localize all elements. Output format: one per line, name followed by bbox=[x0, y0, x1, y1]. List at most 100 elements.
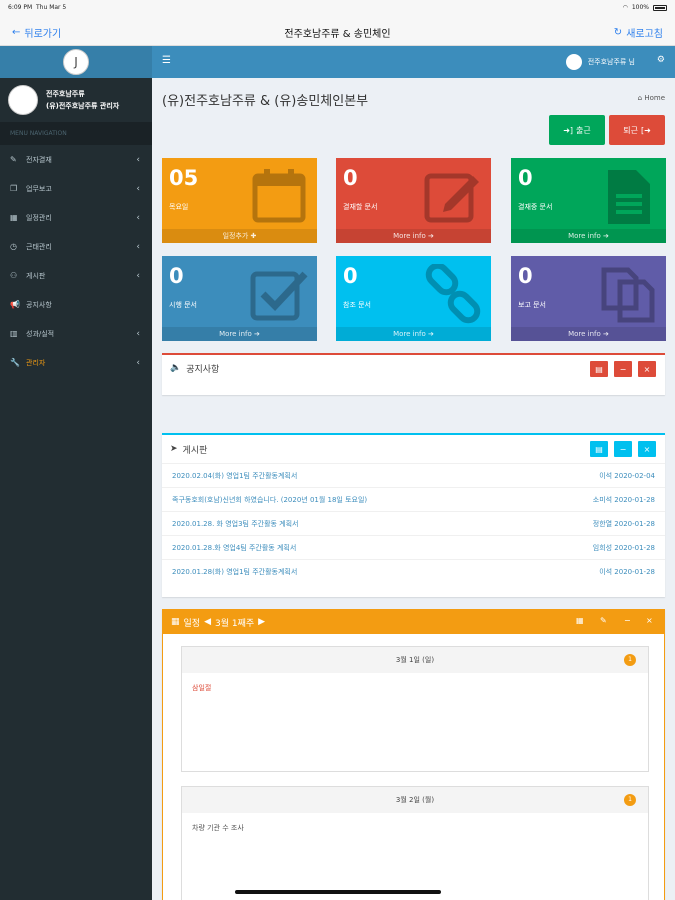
menu-header: MENU NAVIGATION bbox=[0, 122, 152, 145]
sign-out-icon: [➜ bbox=[640, 125, 651, 135]
status-time: 6:09 PM Thu Mar 5 bbox=[8, 4, 67, 11]
battery-percent: 100% bbox=[631, 4, 649, 11]
battery-icon bbox=[653, 4, 667, 11]
refresh-icon: ↻ bbox=[613, 27, 623, 38]
bullhorn-icon: 📢 bbox=[10, 300, 20, 309]
more-info-link[interactable]: More info ➔ bbox=[511, 229, 666, 243]
sidebar-item-label: 게시판 bbox=[26, 271, 46, 280]
add-schedule-link[interactable]: 일정추가 ✚ bbox=[162, 229, 317, 243]
day-event[interactable]: 삼일절 bbox=[182, 673, 648, 703]
user-panel: 전주호남주류 (유)전주호남주류 관리자 bbox=[0, 78, 152, 122]
stat-label: 목요일 bbox=[169, 203, 189, 211]
menu-toggle-icon[interactable]: ☰ bbox=[162, 55, 171, 66]
sidebar-item-board[interactable]: ⚇ 게시판 ‹ bbox=[0, 261, 152, 290]
sidebar-item-label: 성과/실적 bbox=[26, 329, 55, 338]
calendar-header: ▦ 일정 ◀ 3월 1째주 ▶ ▦ ✎ − × bbox=[163, 610, 664, 634]
app-nav-bar: ← 뒤로가기 전주호남주류 & 송민체인 ↻ 새로고침 bbox=[0, 16, 675, 46]
chevron-left-icon: ‹ bbox=[136, 357, 140, 368]
edit-icon: ✎ bbox=[10, 155, 17, 164]
breadcrumb[interactable]: ⌂ Home bbox=[638, 94, 665, 102]
notice-title: 공지사항 bbox=[186, 364, 220, 375]
sidebar-item-label: 전자결재 bbox=[26, 155, 52, 164]
refresh-button[interactable]: ↻ 새로고침 bbox=[614, 25, 663, 40]
day-card: 3월 2일 (월) 1 차량 기관 수 조사 bbox=[181, 786, 649, 900]
calendar-box: ▦ 일정 ◀ 3월 1째주 ▶ ▦ ✎ − × 3월 1일 (일) 1 삼일절 … bbox=[162, 609, 665, 900]
paper-plane-icon: ➤ bbox=[170, 444, 178, 454]
prev-week-icon[interactable]: ◀ bbox=[204, 617, 211, 627]
post-title[interactable]: 2020.01.28(화) 영업1팀 주간활동계획서 bbox=[172, 567, 297, 577]
user-menu[interactable]: 전주호남주류 님 bbox=[565, 54, 635, 70]
check-out-button[interactable]: 퇴근 [➜ bbox=[609, 115, 665, 145]
sidebar-item-approval[interactable]: ✎ 전자결재 ‹ bbox=[0, 145, 152, 174]
collapse-button[interactable]: − bbox=[614, 441, 632, 457]
clock-icon: ◷ bbox=[10, 242, 17, 251]
calendar-title: 일정 bbox=[183, 618, 201, 629]
sidebar-item-schedule[interactable]: ▦ 일정관리 ‹ bbox=[0, 203, 152, 232]
sidebar-item-admin[interactable]: 🔧 관리자 ‹ bbox=[0, 348, 152, 377]
table-row[interactable]: 2020.02.04(화) 영업1팀 주간활동계획서 이석 2020-02-04 bbox=[162, 463, 665, 487]
home-indicator[interactable] bbox=[235, 890, 441, 894]
close-button[interactable]: × bbox=[646, 616, 653, 625]
post-title[interactable]: 2020.01.28. 화 영업3팀 주간활동 계획서 bbox=[172, 519, 299, 529]
day-event[interactable]: 차량 기관 수 조사 bbox=[182, 813, 648, 843]
logo[interactable]: J bbox=[63, 49, 89, 75]
gears-icon[interactable]: ⚙ bbox=[657, 55, 665, 65]
more-info-link[interactable]: More info ➔ bbox=[336, 229, 491, 243]
top-header: ☰ 전주호남주류 님 ⚙ bbox=[152, 46, 675, 78]
table-row[interactable]: 족구동호회(호남)신년회 하였습니다. (2020년 01월 18일 토요일) … bbox=[162, 487, 665, 511]
copy-icon bbox=[601, 267, 655, 323]
stat-box-reference: 0 참조 문서 More info ➔ bbox=[336, 256, 491, 341]
edit-icon bbox=[424, 173, 479, 223]
bar-chart-icon: ▥ bbox=[10, 329, 18, 338]
stat-label: 결재중 문서 bbox=[518, 203, 553, 211]
avatar bbox=[8, 85, 38, 115]
notice-header: 🔈 공지사항 ▤ − × bbox=[162, 355, 665, 381]
chevron-left-icon: ‹ bbox=[136, 328, 140, 339]
more-info-link[interactable]: More info ➔ bbox=[511, 327, 666, 341]
list-button[interactable]: ▤ bbox=[590, 361, 608, 377]
sidebar-item-label: 관리자 bbox=[26, 358, 46, 367]
sidebar-item-report[interactable]: ❐ 업무보고 ‹ bbox=[0, 174, 152, 203]
stat-label: 결재할 문서 bbox=[343, 203, 378, 211]
close-button[interactable]: × bbox=[638, 441, 656, 457]
post-title[interactable]: 족구동호회(호남)신년회 하였습니다. (2020년 01월 18일 토요일) bbox=[172, 495, 367, 505]
document-icon bbox=[608, 170, 650, 224]
pencil-icon[interactable]: ✎ bbox=[600, 616, 607, 625]
more-info-link[interactable]: More info ➔ bbox=[162, 327, 317, 341]
sidebar-item-notice[interactable]: 📢 공지사항 bbox=[0, 290, 152, 319]
table-row[interactable]: 2020.01.28. 화 영업3팀 주간활동 계획서 정한열 2020-01-… bbox=[162, 511, 665, 535]
status-bar: 6:09 PM Thu Mar 5 ◠ 100% bbox=[0, 0, 675, 16]
close-button[interactable]: × bbox=[638, 361, 656, 377]
stat-value: 0 bbox=[343, 264, 358, 288]
post-meta: 정한열 2020-01-28 bbox=[592, 519, 655, 528]
wifi-icon: ◠ bbox=[622, 4, 628, 11]
post-title[interactable]: 2020.01.28.화 영업4팀 주간활동 계획서 bbox=[172, 543, 296, 553]
calendar-view-icon[interactable]: ▦ bbox=[576, 616, 584, 625]
post-meta: 임희성 2020-01-28 bbox=[592, 543, 655, 552]
refresh-label: 새로고침 bbox=[626, 29, 663, 40]
sidebar-item-performance[interactable]: ▥ 성과/실적 ‹ bbox=[0, 319, 152, 348]
table-row[interactable]: 2020.01.28.화 영업4팀 주간활동 계획서 임희성 2020-01-2… bbox=[162, 535, 665, 559]
post-title[interactable]: 2020.02.04(화) 영업1팀 주간활동계획서 bbox=[172, 471, 297, 481]
board-header: ➤ 게시판 ▤ − × bbox=[162, 435, 665, 463]
day-card: 3월 1일 (일) 1 삼일절 bbox=[181, 646, 649, 772]
day-date: 3월 1일 (일) bbox=[395, 656, 435, 664]
calendar-icon: ▦ bbox=[171, 617, 180, 627]
board-title: 게시판 bbox=[182, 445, 208, 456]
link-icon bbox=[425, 264, 481, 324]
more-info-link[interactable]: More info ➔ bbox=[336, 327, 491, 341]
stat-box-to-approve: 0 결재할 문서 More info ➔ bbox=[336, 158, 491, 243]
next-week-icon[interactable]: ▶ bbox=[258, 617, 265, 627]
sidebar-item-attendance[interactable]: ◷ 근태관리 ‹ bbox=[0, 232, 152, 261]
table-row[interactable]: 2020.01.28(화) 영업1팀 주간활동계획서 이석 2020-01-28 bbox=[162, 559, 665, 583]
list-button[interactable]: ▤ bbox=[590, 441, 608, 457]
day-header: 3월 1일 (일) 1 bbox=[182, 647, 648, 673]
stat-value: 0 bbox=[518, 264, 533, 288]
collapse-button[interactable]: − bbox=[624, 616, 631, 625]
check-in-button[interactable]: ➜] 출근 bbox=[549, 115, 605, 145]
notice-box: 🔈 공지사항 ▤ − × bbox=[162, 353, 665, 395]
chevron-left-icon: ‹ bbox=[136, 212, 140, 223]
calendar-icon: ▦ bbox=[10, 213, 18, 222]
stat-box-report: 0 보고 문서 More info ➔ bbox=[511, 256, 666, 341]
collapse-button[interactable]: − bbox=[614, 361, 632, 377]
